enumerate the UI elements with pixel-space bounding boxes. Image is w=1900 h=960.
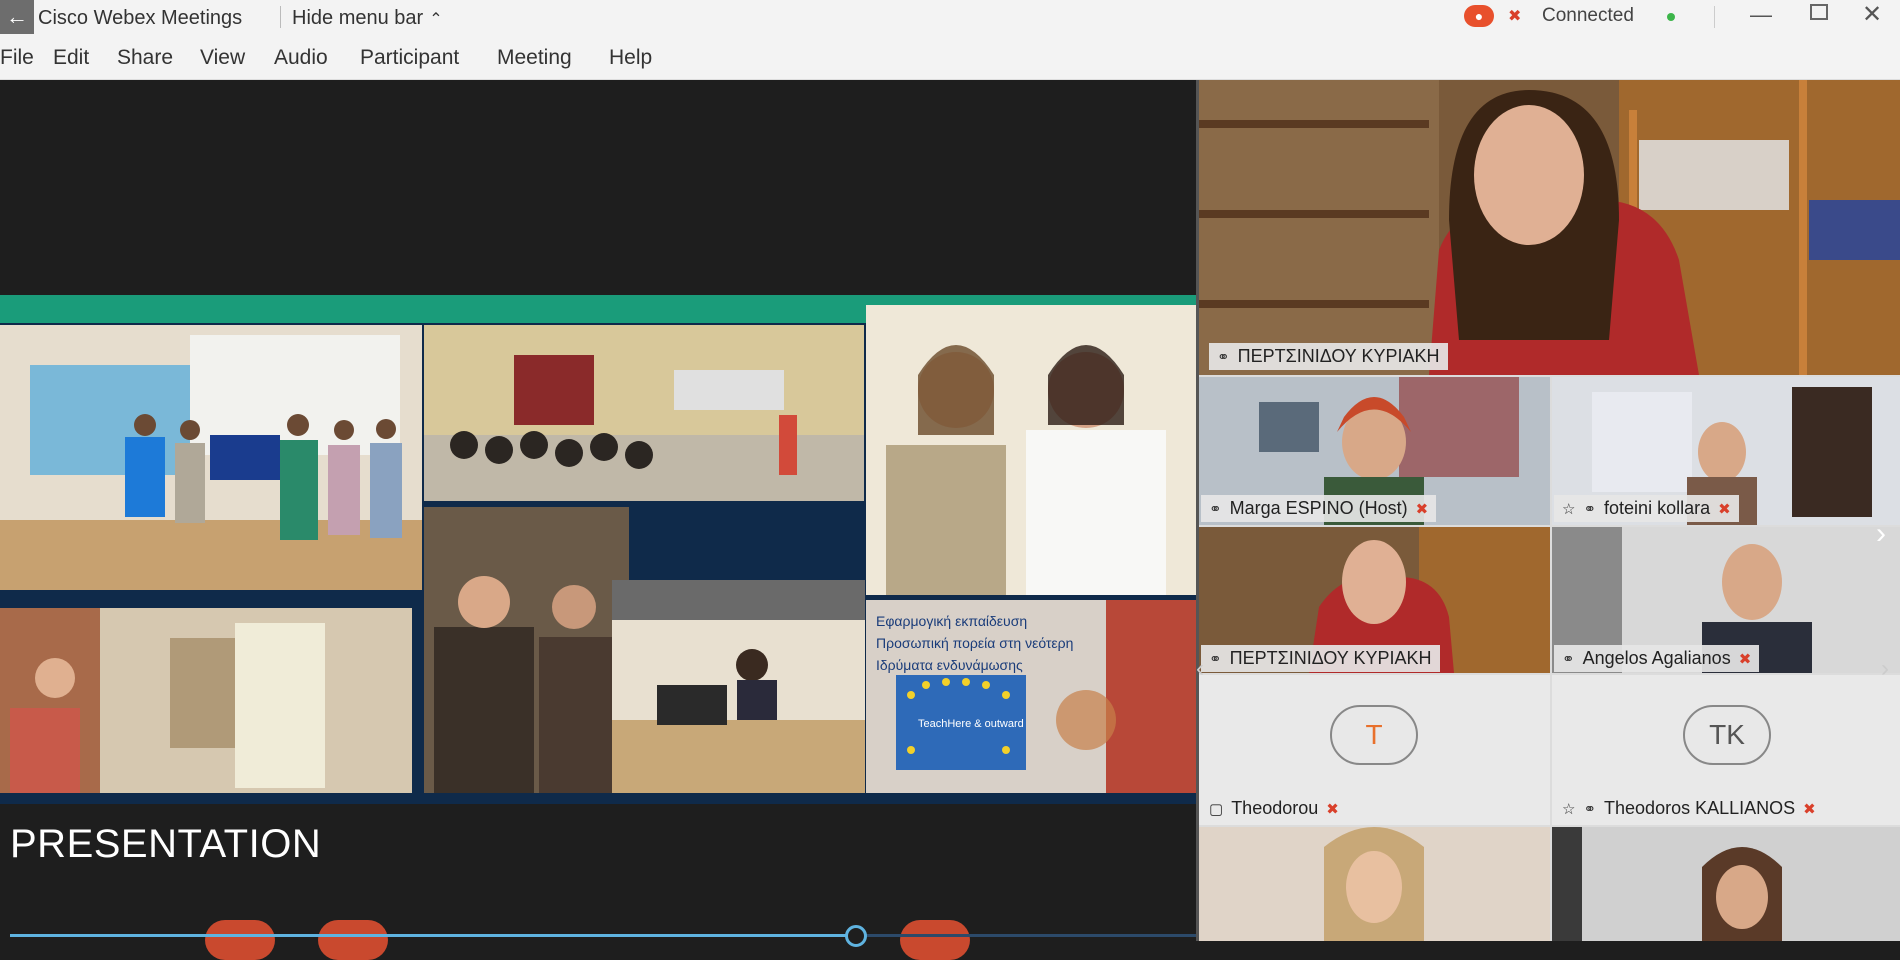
minimize-icon[interactable]: — <box>1750 2 1772 28</box>
muted-microphone-icon: ✖ <box>1326 800 1339 818</box>
presentation-slide: Εφαρμογική εκπαίδευση Προσωπική πορεία σ… <box>0 295 1196 804</box>
hide-menu-label: Hide menu bar <box>292 7 424 29</box>
participant-tile-selected[interactable]: ⚭ ΠΕΡΤΣΙΝΙΔΟΥ ΚΥΡΙΑΚΗ <box>1199 527 1550 673</box>
audio-icon: ⚭ <box>1562 650 1575 668</box>
muted-microphone-icon: ✖ <box>1415 500 1429 518</box>
recording-icon[interactable]: ● <box>1464 5 1494 27</box>
menu-meeting[interactable]: Meeting <box>497 46 572 70</box>
chevron-right-icon[interactable]: › <box>1876 517 1886 551</box>
menu-bar: File Edit Share View Audio Participant M… <box>0 34 1900 80</box>
participant-name-tag: ▢ Theodorou ✖ <box>1201 795 1347 822</box>
reaction-icon <box>205 920 275 960</box>
banner-text: Εφαρμογική εκπαίδευση Προσωπική πορεία σ… <box>876 610 1073 676</box>
slide-photo-conference <box>612 580 865 793</box>
slide-photo-portrait <box>866 305 1196 595</box>
audio-icon: ⚭ <box>1583 500 1597 518</box>
title-separator <box>1714 6 1715 28</box>
participant-name: ΠΕΡΤΣΙΝΙΔΟΥ ΚΥΡΙΑΚΗ <box>1229 648 1432 668</box>
participant-tile[interactable]: ☆ ⚭ foteini kollara ✖ <box>1552 377 1900 525</box>
avatar: T <box>1330 705 1418 765</box>
participant-name-tag: ⚭ Angelos Agalianos ✖ <box>1554 645 1760 672</box>
participant-tile[interactable]: ⚭ Angelos Agalianos ✖ <box>1552 527 1900 673</box>
participant-tile[interactable]: TK ☆ ⚭ Theodoros KALLIANOS ✖ <box>1552 675 1900 825</box>
progress-slider-handle[interactable] <box>845 925 867 947</box>
menu-help[interactable]: Help <box>609 46 652 70</box>
menu-share[interactable]: Share <box>117 46 173 70</box>
audio-icon: ⚭ <box>1217 348 1230 366</box>
participant-name: Marga ESPINO (Host) <box>1229 498 1408 518</box>
audio-icon: ⚭ <box>1209 650 1222 668</box>
reaction-icon <box>900 920 970 960</box>
chevron-left-icon[interactable]: ‹ <box>1196 655 1204 683</box>
participant-video-illustration <box>1199 827 1550 941</box>
connection-indicator-icon <box>1667 13 1675 21</box>
chevron-up-icon: ⌃ <box>429 11 443 28</box>
slide-photo-audience <box>424 325 864 501</box>
photo-pair-illustration <box>424 507 629 793</box>
banner-line: Εφαρμογική εκπαίδευση <box>876 613 1028 629</box>
photo-group-illustration <box>0 325 422 590</box>
active-speaker-video[interactable]: ⚭ ΠΕΡΤΣΙΝΙΔΟΥ ΚΥΡΙΑΚΗ <box>1199 80 1900 375</box>
participant-name-tag: ⚭ ΠΕΡΤΣΙΝΙΔΟΥ ΚΥΡΙΑΚΗ <box>1201 645 1440 672</box>
connection-status: Connected <box>1542 5 1634 26</box>
slide-photo-banner: Εφαρμογική εκπαίδευση Προσωπική πορεία σ… <box>866 600 1196 793</box>
title-separator <box>280 6 281 28</box>
participant-name-tag: ☆ ⚭ Theodoros KALLIANOS ✖ <box>1554 795 1824 822</box>
avatar: TK <box>1683 705 1771 765</box>
menu-participant[interactable]: Participant <box>360 46 459 70</box>
banner-line: Προσωπική πορεία στη νεότερη <box>876 635 1074 651</box>
back-arrow-icon[interactable]: ← <box>0 0 34 34</box>
participant-name: Angelos Agalianos <box>1582 648 1731 668</box>
muted-microphone-icon: ✖ <box>1718 500 1731 518</box>
participant-tile[interactable]: ⚭ Marga ESPINO (Host) ✖ <box>1199 377 1550 525</box>
participant-video-panel: ⚭ ΠΕΡΤΣΙΝΙΔΟΥ ΚΥΡΙΑΚΗ ⚭ Marga ESPINO (Ho… <box>1196 80 1900 941</box>
active-speaker-illustration <box>1199 80 1900 375</box>
menu-edit[interactable]: Edit <box>53 46 89 70</box>
pin-icon: ☆ <box>1562 800 1576 818</box>
app-title: Cisco Webex Meetings <box>38 7 243 29</box>
maximize-icon[interactable] <box>1810 4 1828 20</box>
photo-portrait-illustration <box>866 305 1196 595</box>
mute-status-icon[interactable]: ✖ <box>1508 6 1521 26</box>
audio-icon: ⚭ <box>1209 500 1222 518</box>
participant-tile[interactable] <box>1552 827 1900 941</box>
participant-name: Theodorou <box>1231 798 1319 818</box>
slide-photo-pair <box>424 507 629 793</box>
badge-text: TeachHere & outward <box>918 718 1024 730</box>
photo-audience-illustration <box>424 325 864 501</box>
menu-view[interactable]: View <box>200 46 245 70</box>
menu-file[interactable]: File <box>0 46 34 70</box>
menu-audio[interactable]: Audio <box>274 46 328 70</box>
shared-content-area: Εφαρμογική εκπαίδευση Προσωπική πορεία σ… <box>0 80 1196 960</box>
participant-name: Theodoros KALLIANOS <box>1604 798 1796 818</box>
slide-photo-speaker <box>0 608 412 793</box>
participant-name-tag: ☆ ⚭ foteini kollara ✖ <box>1554 495 1739 522</box>
close-icon[interactable]: ✕ <box>1862 0 1882 29</box>
title-bar: ← Cisco Webex Meetings Hide menu bar ⌃ ● … <box>0 0 1900 34</box>
banner-line: Ιδρύματα ενδυνάμωσης <box>876 657 1023 673</box>
participant-tile[interactable]: T ▢ Theodorou ✖ <box>1199 675 1550 825</box>
audio-icon: ⚭ <box>1583 800 1597 818</box>
speaker-name-tag: ⚭ ΠΕΡΤΣΙΝΙΔΟΥ ΚΥΡΙΑΚΗ <box>1209 343 1448 370</box>
video-off-icon: ▢ <box>1209 800 1224 818</box>
muted-microphone-icon: ✖ <box>1803 800 1816 818</box>
presentation-progress-fill <box>10 934 855 937</box>
participant-video-illustration <box>1552 827 1900 941</box>
photo-conference-illustration <box>612 580 865 793</box>
speaker-name: ΠΕΡΤΣΙΝΙΔΟΥ ΚΥΡΙΑΚΗ <box>1237 346 1440 366</box>
reaction-icon <box>318 920 388 960</box>
photo-speaker-illustration <box>0 608 412 793</box>
participant-name: foteini kollara <box>1604 498 1711 518</box>
slide-label: PRESENTATION <box>10 822 322 866</box>
slide-photo-group <box>0 325 422 590</box>
pin-icon: ☆ <box>1562 500 1576 518</box>
muted-microphone-icon: ✖ <box>1738 650 1752 668</box>
hide-menu-bar-button[interactable]: Hide menu bar ⌃ <box>292 7 443 30</box>
participant-tile[interactable] <box>1199 827 1550 941</box>
chevron-right-icon[interactable]: › <box>1881 655 1889 683</box>
participant-name-tag: ⚭ Marga ESPINO (Host) ✖ <box>1201 495 1437 522</box>
